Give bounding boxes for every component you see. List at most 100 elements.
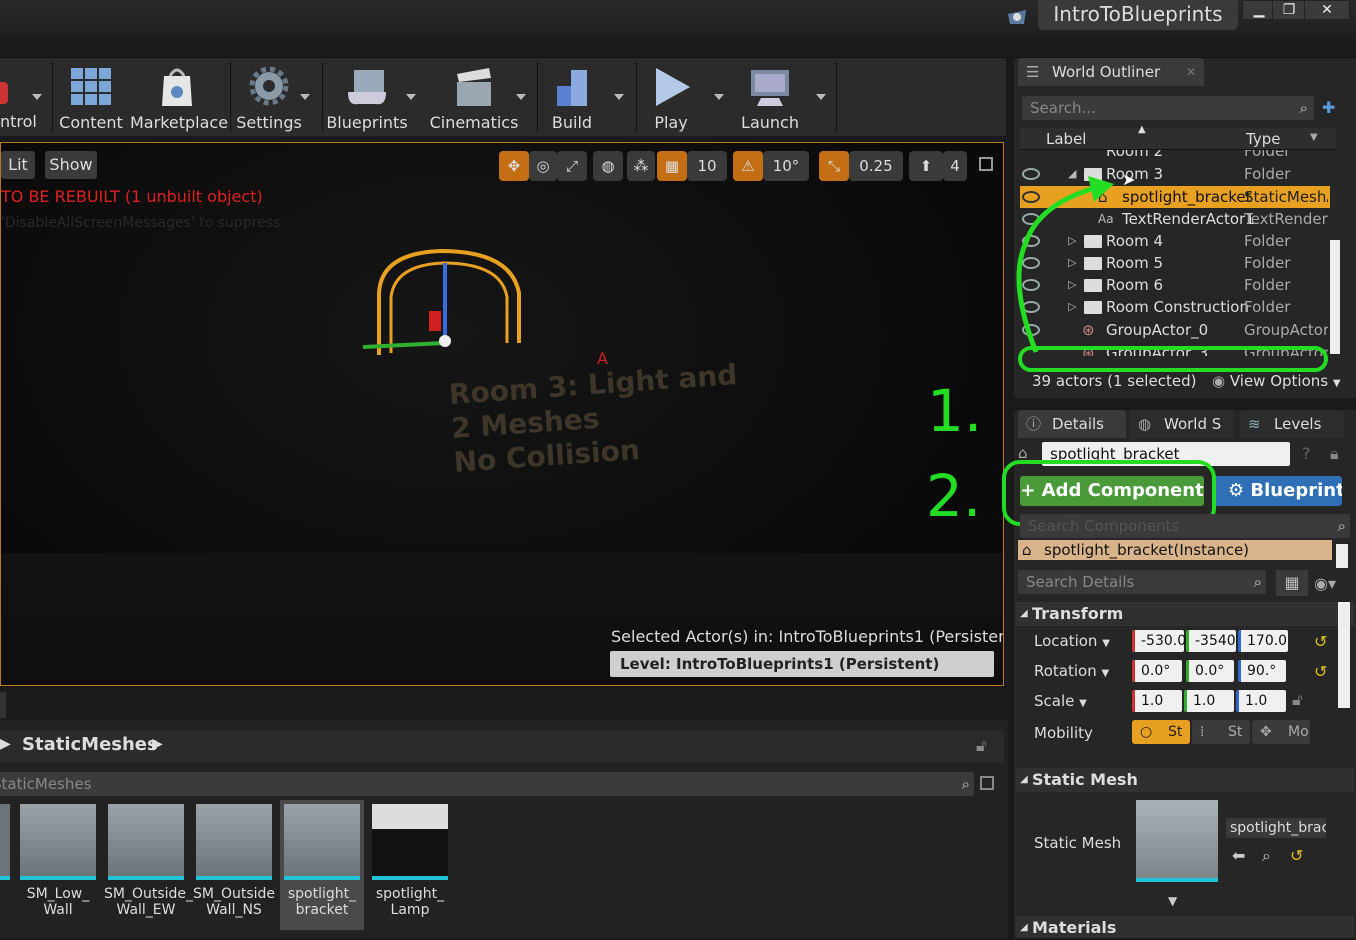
rotation-snap-value[interactable]: 10° [763, 151, 809, 181]
expand-more-icon[interactable]: ▼ [1168, 894, 1177, 908]
grid-snap-icon[interactable]: ▦ [657, 151, 687, 181]
rotation-snap-icon[interactable]: ⚠ [733, 151, 763, 181]
play-button[interactable]: Play [640, 60, 702, 134]
search-components-input[interactable]: Search Components ⌕ [1020, 514, 1350, 538]
view-options-button[interactable]: ◉ View Options ▼ [1212, 372, 1341, 390]
column-type-header[interactable]: Type [1246, 130, 1280, 148]
scale-z-field[interactable]: 1.0 [1236, 690, 1286, 712]
materials-section-header[interactable]: ◢ Materials [1016, 916, 1354, 938]
light-actor-icon[interactable]: A [597, 349, 608, 368]
rotate-tool-icon[interactable]: ◎ [529, 151, 557, 181]
content-browser-tab[interactable] [0, 692, 6, 718]
components-scrollbar[interactable] [1336, 544, 1348, 568]
path-segment-staticmeshes[interactable]: StaticMeshes [22, 734, 158, 755]
minimize-button[interactable]: ▁ [1242, 0, 1276, 20]
surface-snap-icon[interactable]: ⁂ [627, 151, 655, 181]
scale-tool-icon[interactable]: ⤢ [557, 151, 587, 181]
save-search-icon[interactable] [980, 776, 994, 790]
asset-tile[interactable]: SM_Low_ Wall [16, 800, 100, 930]
outliner-scrollbar[interactable] [1330, 240, 1340, 354]
search-icon[interactable]: ⌕ [1254, 570, 1262, 594]
lock-icon[interactable]: 🔒︎ [1330, 444, 1339, 464]
cinematics-button[interactable]: Cinematics [428, 60, 520, 134]
details-scrollbar[interactable] [1338, 602, 1350, 708]
show-button[interactable]: Show [45, 151, 97, 179]
static-mesh-dropdown[interactable]: spotlight_bracket [1226, 818, 1326, 838]
search-icon[interactable]: ⌕ [962, 772, 970, 796]
maximize-viewport-icon[interactable] [979, 157, 993, 171]
browse-icon[interactable]: ⌕ [1262, 846, 1271, 866]
chevron-down-icon[interactable] [300, 94, 310, 100]
chevron-down-icon[interactable]: ▼ [1310, 132, 1318, 143]
mobility-movable-button[interactable]: ✥ Mo [1252, 720, 1310, 744]
blueprints-button[interactable]: Blueprints [326, 60, 408, 134]
transform-section-header[interactable]: ◢ Transform [1016, 602, 1354, 626]
search-details-input[interactable]: Search Details ⌕ [1018, 570, 1266, 594]
mobility-static-button[interactable]: ○ St [1132, 720, 1190, 744]
asset-partial-thumb[interactable] [0, 804, 10, 880]
translate-tool-icon[interactable]: ✥ [499, 151, 529, 181]
maximize-button[interactable]: ❐ [1272, 0, 1306, 20]
launch-button[interactable]: Launch [734, 60, 806, 134]
scale-snap-value[interactable]: 0.25 [849, 151, 903, 181]
column-label-header[interactable]: Label [1046, 130, 1086, 148]
spotlight-bracket-mesh[interactable] [351, 243, 551, 363]
lit-button[interactable]: Lit [1, 151, 35, 179]
location-x-field[interactable]: -530.0 [1132, 630, 1186, 652]
scale-y-field[interactable]: 1.0 [1184, 690, 1234, 712]
visibility-eye-icon[interactable]: ◉▾ [1314, 574, 1336, 593]
location-label[interactable]: Location ▼ [1034, 632, 1110, 650]
search-icon[interactable]: ⌕ [1338, 514, 1346, 538]
asset-tile[interactable]: SM_Outside_ Wall_EW [104, 800, 193, 930]
static-mesh-section-header[interactable]: ◢ Static Mesh [1016, 768, 1354, 792]
chevron-down-icon[interactable] [714, 94, 724, 100]
window-tab-title[interactable]: IntroToBlueprints [1038, 0, 1238, 30]
chevron-down-icon[interactable] [406, 94, 416, 100]
tab-world-settings[interactable]: ◍ World S [1130, 410, 1234, 438]
outliner-row[interactable]: Room 2 Folder [1020, 150, 1330, 162]
camera-speed-icon[interactable]: ⬆ [909, 151, 943, 181]
settings-button[interactable]: Settings [234, 60, 304, 134]
world-space-icon[interactable]: ◍ [593, 151, 623, 181]
scale-x-field[interactable]: 1.0 [1132, 690, 1182, 712]
tab-details[interactable]: ⓘ Details [1018, 410, 1126, 438]
mobility-stationary-button[interactable]: ⁞ St [1192, 720, 1250, 744]
level-viewport[interactable]: Lit Show ✥ ◎ ⤢ ◍ ⁂ ▦ 10 ⚠ 10° ⤡ 0.25 ⬆ 4… [0, 142, 1004, 686]
scale-lock-icon[interactable]: 🔓︎ [1292, 690, 1302, 710]
chevron-down-icon[interactable] [32, 94, 42, 100]
component-instance-row[interactable]: ⌂ spotlight_bracket(Instance) [1018, 540, 1332, 560]
use-selected-icon[interactable]: ⬅ [1232, 846, 1245, 865]
scale-snap-icon[interactable]: ⤡ [819, 151, 849, 181]
marketplace-button[interactable]: Marketplace [130, 60, 228, 134]
chevron-down-icon[interactable] [516, 94, 526, 100]
content-button[interactable]: Content [56, 60, 126, 134]
asset-tile[interactable]: SM_Outside Wall_NS [192, 800, 276, 930]
chevron-down-icon[interactable] [816, 94, 826, 100]
grid-snap-value[interactable]: 10 [687, 151, 727, 181]
close-tab-icon[interactable]: ✕ [1186, 58, 1196, 86]
chevron-down-icon[interactable] [614, 94, 624, 100]
property-matrix-icon[interactable]: ▦ [1276, 570, 1308, 596]
reset-to-default-icon[interactable]: ↺ [1314, 662, 1327, 681]
close-button[interactable]: ✕ [1304, 0, 1350, 20]
lock-icon[interactable]: 🔓︎ [976, 736, 986, 756]
reset-to-default-icon[interactable]: ↺ [1314, 632, 1327, 651]
asset-tile-selected[interactable]: spotlight_ bracket [280, 800, 364, 930]
help-icon[interactable]: ? [1302, 444, 1311, 463]
reset-to-default-icon[interactable]: ↺ [1290, 846, 1303, 865]
search-icon[interactable]: ⌕ [1300, 96, 1308, 120]
tab-levels[interactable]: ≋ Levels [1240, 410, 1344, 438]
location-y-field[interactable]: -3540. [1186, 630, 1240, 652]
rotation-x-field[interactable]: 0.0° [1132, 660, 1182, 682]
camera-speed-value[interactable]: 4 [943, 151, 967, 181]
location-z-field[interactable]: 170.0 [1238, 630, 1288, 652]
build-button[interactable]: Build [540, 60, 604, 134]
asset-tile[interactable]: spotlight_ Lamp [368, 800, 452, 930]
rotation-label[interactable]: Rotation ▼ [1034, 662, 1109, 680]
pin-icon[interactable]: ✚ [1322, 98, 1335, 117]
scale-label[interactable]: Scale ▼ [1034, 692, 1087, 710]
blueprint-button[interactable]: ⚙ Blueprint [1214, 476, 1342, 506]
outliner-search-input[interactable]: Search... ⌕ [1022, 96, 1314, 120]
path-next-chevron-icon[interactable]: ▶ [152, 736, 163, 752]
rotation-z-field[interactable]: 90.° [1238, 660, 1286, 682]
